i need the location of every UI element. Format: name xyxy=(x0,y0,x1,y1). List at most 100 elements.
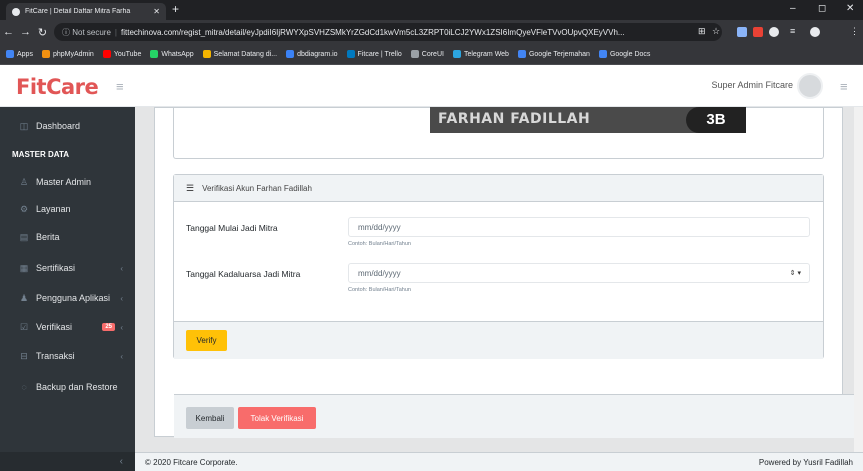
bookmark-icon xyxy=(346,50,355,58)
profile-avatar-icon[interactable] xyxy=(810,27,820,37)
sidebar-item-pengguna-aplikasi[interactable]: ♟ Pengguna Aplikasi ‹ xyxy=(0,285,135,311)
extension-icon[interactable] xyxy=(737,27,747,37)
bookmark-icon xyxy=(410,50,419,58)
back-arrow-icon[interactable]: ← xyxy=(0,26,17,38)
bookmark-item[interactable]: Telegram Web xyxy=(452,50,509,58)
bookmark-item[interactable]: phpMyAdmin xyxy=(41,50,94,58)
browser-tab[interactable]: FitCare | Detail Daftar Mitra Farha ✕ xyxy=(6,3,166,20)
avatar[interactable] xyxy=(797,73,823,99)
browser-menu-icon[interactable]: ⋮ xyxy=(850,26,859,37)
bookmark-label: CoreUI xyxy=(421,50,444,58)
bookmark-star-icon[interactable]: ☆ xyxy=(712,26,720,37)
cart-icon: ⊟ xyxy=(20,350,28,361)
separator: | xyxy=(114,27,117,37)
sidebar-item-backup-restore[interactable]: ◌ Backup dan Restore xyxy=(0,374,135,400)
bookmark-item[interactable]: Fitcare | Trello xyxy=(346,50,402,58)
ktp-name: FARHAN FADILLAH xyxy=(438,111,591,127)
translate-icon[interactable]: ⊞ xyxy=(698,26,706,37)
bookmark-item[interactable]: Selamat Datang di... xyxy=(202,50,278,58)
favicon-icon xyxy=(12,7,20,16)
info-icon[interactable]: ⓘ xyxy=(62,27,72,38)
sidebar-item-layanan[interactable]: ⚙ Layanan xyxy=(0,196,135,222)
settings-icon: ⚙ xyxy=(19,203,29,214)
verification-card-title: Verifikasi Akun Farhan Fadillah xyxy=(202,183,312,193)
window-close-button[interactable]: ✕ xyxy=(846,3,854,14)
bookmark-item[interactable]: dbdiagram.io xyxy=(286,50,338,58)
tab-close-icon[interactable]: ✕ xyxy=(153,7,160,16)
reject-verification-button[interactable]: Tolak Verifikasi xyxy=(238,407,316,429)
app-header: FitCare ≡ Super Admin Fitcare ≡ xyxy=(0,65,863,107)
sidebar-item-label: Backup dan Restore xyxy=(36,382,118,392)
bookmark-item[interactable]: CoreUI xyxy=(410,50,444,58)
start-date-label: Tanggal Mulai Jadi Mitra xyxy=(186,223,278,233)
card-footer: Kembali Tolak Verifikasi xyxy=(174,394,863,438)
sidebar-toggle-icon[interactable]: ≡ xyxy=(116,79,124,94)
address-bar[interactable]: ⓘ Not secure | fittechinova.com/regist_m… xyxy=(54,23,722,41)
browser-tab-strip: FitCare | Detail Daftar Mitra Farha ✕ + … xyxy=(0,0,863,20)
user-name[interactable]: Super Admin Fitcare xyxy=(711,80,793,90)
sidebar-section-title: MASTER DATA xyxy=(12,150,70,159)
expiry-date-input[interactable]: mm/dd/yyyy ⇕ ▾ xyxy=(348,263,810,283)
pdf-extension-icon[interactable] xyxy=(753,27,763,37)
verification-card: ☰ Verifikasi Akun Farhan Fadillah Tangga… xyxy=(173,174,824,359)
bookmark-item[interactable]: Google Docs xyxy=(598,50,651,58)
sidebar-item-berita[interactable]: ▤ Berita xyxy=(0,224,135,250)
verification-card-header: ☰ Verifikasi Akun Farhan Fadillah xyxy=(174,175,823,202)
bookmark-item[interactable]: YouTube xyxy=(102,50,141,58)
minimize-button[interactable]: – xyxy=(790,3,796,14)
bookmark-label: Telegram Web xyxy=(463,50,509,58)
sidebar-item-master-admin[interactable]: ♙ Master Admin xyxy=(0,169,135,195)
bookmark-label: Fitcare | Trello xyxy=(357,50,402,58)
tab-title: FitCare | Detail Daftar Mitra Farha xyxy=(25,8,131,15)
bookmark-icon xyxy=(286,50,295,58)
new-tab-button[interactable]: + xyxy=(172,2,179,16)
news-icon: ▤ xyxy=(19,231,29,242)
bookmark-label: dbdiagram.io xyxy=(297,50,338,58)
fitcare-logo[interactable]: FitCare xyxy=(16,75,99,99)
start-date-input[interactable]: mm/dd/yyyy xyxy=(348,217,810,237)
sidebar-item-dashboard[interactable]: ◫ Dashboard xyxy=(0,113,135,139)
start-date-placeholder: mm/dd/yyyy xyxy=(358,222,401,232)
expiry-date-label: Tanggal Kadaluarsa Jadi Mitra xyxy=(186,269,301,279)
back-button[interactable]: Kembali xyxy=(186,407,234,429)
sidebar-item-verifikasi[interactable]: ☑ Verifikasi 25 ‹ xyxy=(0,314,135,340)
bookmark-item[interactable]: WhatsApp xyxy=(150,50,194,58)
record-extension-icon[interactable] xyxy=(769,27,779,37)
users-icon: ♟ xyxy=(19,292,29,303)
sidebar-item-label: Master Admin xyxy=(36,177,92,187)
sidebar-item-label: Transaksi xyxy=(36,351,75,361)
ktp-number: 3B xyxy=(686,107,746,133)
bookmark-item[interactable]: Apps xyxy=(6,50,33,58)
sidebar-item-label: Verifikasi xyxy=(36,322,73,332)
aside-menu-icon[interactable]: ≡ xyxy=(840,79,848,94)
sidebar-item-label: Berita xyxy=(36,232,60,242)
speedometer-icon: ◫ xyxy=(19,120,29,131)
sidebar-item-transaksi[interactable]: ⊟ Transaksi ‹ xyxy=(0,343,135,369)
expiry-date-placeholder: mm/dd/yyyy xyxy=(358,268,401,278)
media-queue-icon[interactable]: ≡ xyxy=(790,26,795,36)
expiry-date-help: Contoh: Bulan/Hari/Tahun xyxy=(348,287,411,293)
notification-badge: 25 xyxy=(102,323,115,331)
bookmark-label: Selamat Datang di... xyxy=(213,50,278,58)
sidebar-minimizer-button[interactable]: ‹ xyxy=(0,452,135,471)
bookmark-label: Google Docs xyxy=(609,50,651,58)
sidebar-item-sertifikasi[interactable]: ▦ Sertifikasi ‹ xyxy=(0,255,135,281)
bookmark-item[interactable]: Google Terjemahan xyxy=(517,50,590,58)
certificate-icon: ▦ xyxy=(19,262,29,273)
verify-button[interactable]: Verify xyxy=(186,330,227,351)
bookmark-icon xyxy=(6,50,14,58)
sidebar-item-label: Layanan xyxy=(36,204,71,214)
date-spinner-icon[interactable]: ⇕ ▾ xyxy=(790,269,801,277)
start-date-help: Contoh: Bulan/Hari/Tahun xyxy=(348,241,411,247)
main-content: FARHAN FADILLAH 3B ☰ Verifikasi Akun Far… xyxy=(135,107,863,452)
page-scrollbar[interactable] xyxy=(854,107,863,452)
reload-icon[interactable]: ↻ xyxy=(34,26,51,39)
bookmark-label: WhatsApp xyxy=(161,50,194,58)
copyright-text: © 2020 Fitcare Corporate. xyxy=(145,458,238,467)
bookmark-icon xyxy=(102,50,111,58)
ktp-image: FARHAN FADILLAH 3B xyxy=(430,107,746,133)
bookmark-icon xyxy=(452,50,461,58)
powered-by-text: Powered by Yusril Fadillah xyxy=(758,458,853,467)
forward-arrow-icon[interactable]: → xyxy=(17,26,34,38)
maximize-button[interactable]: ◻ xyxy=(818,3,826,14)
